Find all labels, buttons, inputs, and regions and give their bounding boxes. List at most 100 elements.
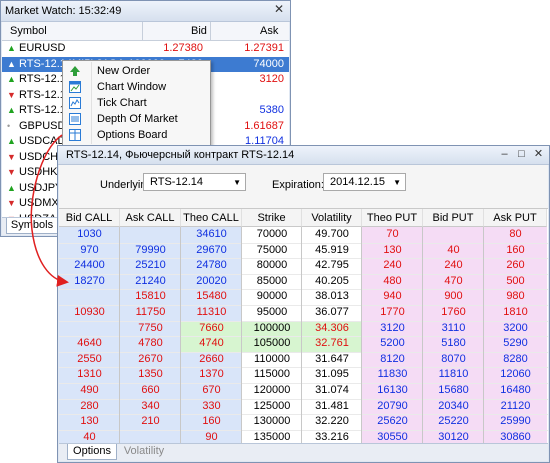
cell-strike[interactable]: 105000: [242, 336, 302, 352]
cell-theo-put[interactable]: 480: [362, 274, 423, 290]
cell-ask-call[interactable]: 21240: [120, 274, 181, 290]
cell-ask-call[interactable]: [120, 430, 181, 443]
symbol-row[interactable]: ▲ EURUSD 1.27380 1.27391: [2, 41, 289, 57]
cell-bid-put[interactable]: 3110: [423, 321, 484, 337]
cell-bid-call[interactable]: 40: [59, 430, 120, 443]
cell-ask-put[interactable]: 21120: [484, 399, 547, 415]
cell-ask-put[interactable]: 30860: [484, 430, 547, 443]
cell-vol[interactable]: 40.205: [302, 274, 362, 290]
maximize-icon[interactable]: □: [515, 148, 528, 161]
cell-strike[interactable]: 85000: [242, 274, 302, 290]
cell-bid-put[interactable]: 8070: [423, 352, 484, 368]
context-menu-item-chart-window[interactable]: Chart Window: [65, 79, 208, 95]
cell-bid-put[interactable]: 40: [423, 243, 484, 259]
tab-symbols[interactable]: Symbols: [6, 218, 58, 234]
column-header-symbol[interactable]: Symbol: [10, 25, 47, 37]
cell-bid-call[interactable]: 490: [59, 383, 120, 399]
minimize-icon[interactable]: –: [498, 148, 511, 161]
cell-vol[interactable]: 34.306: [302, 320, 362, 337]
cell-strike[interactable]: 100000: [242, 320, 302, 337]
cell-vol[interactable]: 38.013: [302, 289, 362, 305]
cell-vol[interactable]: 42.795: [302, 258, 362, 274]
cell-strike[interactable]: 80000: [242, 258, 302, 274]
expiration-select[interactable]: 2014.12.15 ▼: [323, 173, 406, 191]
cell-bid-put[interactable]: 240: [423, 258, 484, 274]
cell-bid-call[interactable]: 18270: [59, 274, 120, 290]
cell-theo-call[interactable]: 20020: [181, 274, 242, 290]
context-menu-item-options-board[interactable]: Options Board: [65, 127, 208, 143]
cell-ask-call[interactable]: 7750: [120, 321, 181, 337]
cell-strike[interactable]: 135000: [242, 430, 302, 443]
cell-theo-call[interactable]: 24780: [181, 258, 242, 274]
cell-vol[interactable]: 32.761: [302, 336, 362, 352]
cell-ask-call[interactable]: 15810: [120, 289, 181, 305]
column-header-ask-call[interactable]: Ask CALL: [120, 209, 181, 227]
cell-theo-put[interactable]: 8120: [362, 352, 423, 368]
cell-vol[interactable]: 45.919: [302, 243, 362, 259]
cell-bid-call[interactable]: 24400: [59, 258, 120, 274]
cell-ask-put[interactable]: 25990: [484, 414, 547, 430]
cell-theo-put[interactable]: 5200: [362, 336, 423, 352]
cell-bid-put[interactable]: [423, 227, 484, 243]
cell-bid-call[interactable]: 280: [59, 399, 120, 415]
close-icon[interactable]: ✕: [532, 148, 545, 161]
cell-ask-call[interactable]: 1350: [120, 367, 181, 383]
cell-theo-put[interactable]: 3120: [362, 321, 423, 337]
cell-strike[interactable]: 70000: [242, 227, 302, 243]
cell-vol[interactable]: 49.700: [302, 227, 362, 243]
cell-theo-call[interactable]: 330: [181, 399, 242, 415]
column-header-ask[interactable]: Ask: [260, 25, 278, 37]
cell-theo-call[interactable]: 11310: [181, 305, 242, 321]
cell-strike[interactable]: 110000: [242, 352, 302, 368]
cell-strike[interactable]: 115000: [242, 367, 302, 383]
cell-bid-call[interactable]: 970: [59, 243, 120, 259]
cell-ask-call[interactable]: [120, 227, 181, 243]
cell-theo-call[interactable]: 1370: [181, 367, 242, 383]
cell-vol[interactable]: 31.647: [302, 352, 362, 368]
cell-strike[interactable]: 120000: [242, 383, 302, 399]
cell-ask-call[interactable]: 25210: [120, 258, 181, 274]
cell-theo-put[interactable]: 240: [362, 258, 423, 274]
cell-vol[interactable]: 32.220: [302, 414, 362, 430]
cell-ask-put[interactable]: 1810: [484, 305, 547, 321]
cell-ask-put[interactable]: 160: [484, 243, 547, 259]
cell-strike[interactable]: 130000: [242, 414, 302, 430]
cell-ask-call[interactable]: 660: [120, 383, 181, 399]
cell-theo-call[interactable]: 2660: [181, 352, 242, 368]
cell-strike[interactable]: 90000: [242, 289, 302, 305]
cell-bid-call[interactable]: 1030: [59, 227, 120, 243]
context-menu-item-tick-chart[interactable]: Tick Chart: [65, 95, 208, 111]
cell-theo-call[interactable]: 4740: [181, 336, 242, 352]
cell-vol[interactable]: 31.074: [302, 383, 362, 399]
cell-theo-put[interactable]: 130: [362, 243, 423, 259]
cell-vol[interactable]: 36.077: [302, 305, 362, 321]
column-header-vol[interactable]: Volatility: [302, 209, 362, 227]
cell-theo-put[interactable]: 70: [362, 227, 423, 243]
cell-strike[interactable]: 125000: [242, 399, 302, 415]
cell-theo-call[interactable]: 670: [181, 383, 242, 399]
cell-ask-call[interactable]: 4780: [120, 336, 181, 352]
column-header-bid-call[interactable]: Bid CALL: [59, 209, 120, 227]
cell-ask-put[interactable]: 8280: [484, 352, 547, 368]
cell-bid-put[interactable]: 25220: [423, 414, 484, 430]
cell-vol[interactable]: 31.095: [302, 367, 362, 383]
cell-vol[interactable]: 33.216: [302, 430, 362, 443]
cell-theo-put[interactable]: 940: [362, 289, 423, 305]
column-header-bid-put[interactable]: Bid PUT: [423, 209, 484, 227]
cell-ask-put[interactable]: 80: [484, 227, 547, 243]
column-header-theo-call[interactable]: Theo CALL: [181, 209, 242, 227]
column-header-strike[interactable]: Strike: [242, 209, 302, 227]
underlying-select[interactable]: RTS-12.14 ▼: [143, 173, 246, 191]
cell-ask-put[interactable]: 980: [484, 289, 547, 305]
cell-theo-put[interactable]: 30550: [362, 430, 423, 443]
cell-ask-put[interactable]: 16480: [484, 383, 547, 399]
cell-bid-call[interactable]: 10930: [59, 305, 120, 321]
cell-theo-put[interactable]: 11830: [362, 367, 423, 383]
options-board-titlebar[interactable]: RTS-12.14, Фьючерсный контракт RTS-12.14…: [58, 146, 549, 165]
cell-vol[interactable]: 31.481: [302, 399, 362, 415]
cell-bid-call[interactable]: 4640: [59, 336, 120, 352]
tab-volatility[interactable]: Volatility: [119, 444, 169, 459]
cell-bid-put[interactable]: 11810: [423, 367, 484, 383]
market-watch-titlebar[interactable]: Market Watch: 15:32:49 ✕: [1, 1, 290, 22]
cell-ask-put[interactable]: 12060: [484, 367, 547, 383]
